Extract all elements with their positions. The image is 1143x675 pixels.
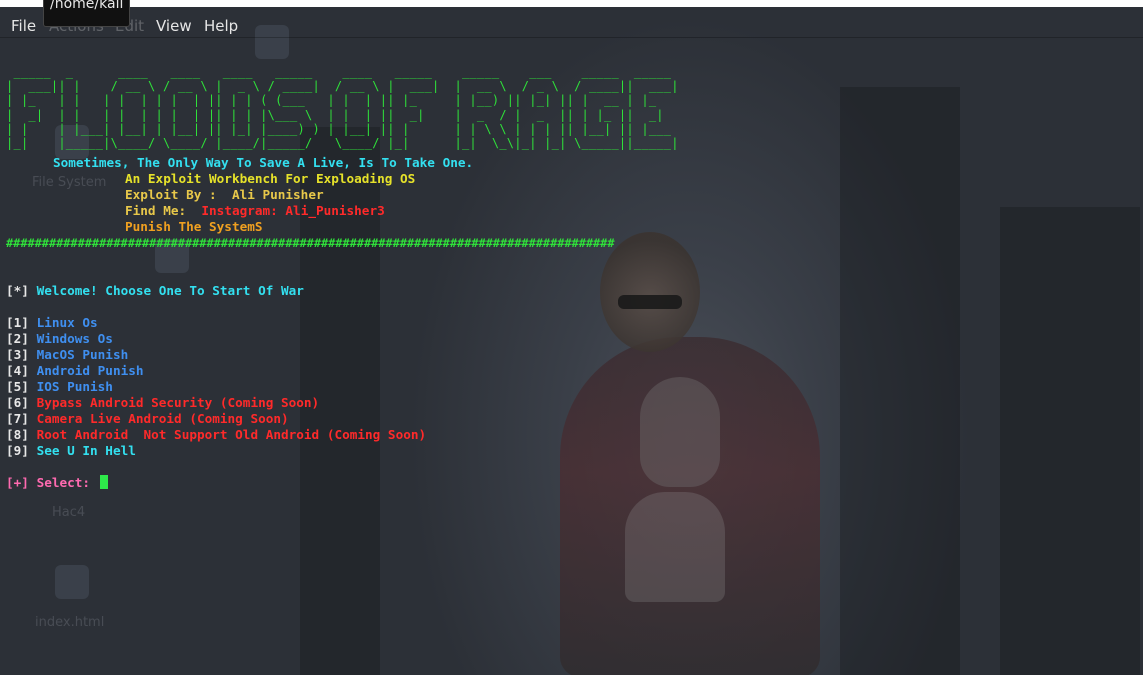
author-line: Exploit By : Ali Punisher bbox=[125, 187, 324, 202]
option-label: Bypass Android Security (Coming Soon) bbox=[36, 395, 320, 410]
menu-option-5[interactable]: [5] IOS Punish bbox=[6, 379, 113, 395]
option-number: [3] bbox=[6, 347, 29, 362]
option-number: [2] bbox=[6, 331, 29, 346]
option-label: IOS Punish bbox=[36, 379, 113, 394]
tagline: Sometimes, The Only Way To Save A Live, … bbox=[53, 155, 474, 170]
prompt-label: Select: bbox=[36, 475, 91, 490]
option-number: [4] bbox=[6, 363, 29, 378]
menu-option-7[interactable]: [7] Camera Live Android (Coming Soon) bbox=[6, 411, 289, 427]
option-number: [8] bbox=[6, 427, 29, 442]
wallpaper-glasses bbox=[618, 295, 682, 309]
subtitle: An Exploit Workbench For Exploading OS bbox=[125, 171, 416, 186]
option-label: Android Punish bbox=[36, 363, 144, 378]
menu-option-2[interactable]: [2] Windows Os bbox=[6, 331, 113, 347]
option-label: MacOS Punish bbox=[36, 347, 129, 362]
welcome-line: [*] Welcome! Choose One To Start Of War bbox=[6, 283, 304, 299]
ascii-banner-line: _____ _ ____ ____ ____ _____ ____ _____ … bbox=[6, 65, 679, 79]
menu-help[interactable]: Help bbox=[204, 17, 238, 35]
option-number: [7] bbox=[6, 411, 29, 426]
desktop-label: Hac4 bbox=[52, 505, 86, 520]
path-tooltip: /home/kali bbox=[43, 0, 131, 27]
wallpaper-chest bbox=[625, 492, 725, 602]
findme-line: Find Me: Instagram: Ali_Punisher3 bbox=[125, 203, 385, 219]
option-label: Root Android Not Support Old Android (Co… bbox=[36, 427, 427, 442]
text-cursor[interactable] bbox=[99, 475, 108, 489]
ascii-banner-line: |_| |_____|\____/ \____/ |____/|_____/ \… bbox=[6, 136, 679, 151]
welcome-bracket: [*] bbox=[6, 283, 29, 298]
menu-bar: File Actions Edit View Help bbox=[0, 7, 1143, 38]
findme-label: Find Me: bbox=[125, 203, 187, 218]
wallpaper-figure-head bbox=[600, 232, 700, 352]
wallpaper-pillar bbox=[840, 87, 960, 675]
option-number: [6] bbox=[6, 395, 29, 410]
menu-view[interactable]: View bbox=[156, 17, 192, 35]
menu-option-9[interactable]: [9] See U In Hell bbox=[6, 443, 136, 459]
motto: Punish The SystemS bbox=[125, 219, 263, 234]
ascii-banner-line: | | | |___| |__| | |__| || |_| |____) ) … bbox=[6, 121, 679, 136]
prompt-bracket: [+] bbox=[6, 475, 29, 490]
menu-option-3[interactable]: [3] MacOS Punish bbox=[6, 347, 128, 363]
desktop-icon bbox=[55, 565, 89, 599]
menu-option-1[interactable]: [1] Linux Os bbox=[6, 315, 98, 331]
option-number: [5] bbox=[6, 379, 29, 394]
welcome-text: Welcome! Choose One To Start Of War bbox=[36, 283, 304, 298]
terminal-window: File System Hac4 index.html File Actions… bbox=[0, 7, 1143, 675]
option-label: Camera Live Android (Coming Soon) bbox=[36, 411, 289, 426]
findme-value: Instagram: Ali_Punisher3 bbox=[201, 203, 385, 218]
option-label: Linux Os bbox=[36, 315, 98, 330]
ascii-banner-line: | ___|| | / __ \ / __ \ | _ \ / ____| / … bbox=[6, 79, 679, 94]
divider: ########################################… bbox=[6, 236, 615, 250]
option-label: See U In Hell bbox=[36, 443, 136, 458]
desktop-label: index.html bbox=[35, 615, 105, 630]
tooltip-text: /home/kali bbox=[50, 0, 124, 12]
option-label: Windows Os bbox=[36, 331, 113, 346]
menu-file[interactable]: File bbox=[11, 17, 36, 35]
menu-option-6[interactable]: [6] Bypass Android Security (Coming Soon… bbox=[6, 395, 319, 411]
desktop-label: File System bbox=[32, 175, 107, 190]
menu-option-8[interactable]: [8] Root Android Not Support Old Android… bbox=[6, 427, 426, 443]
ascii-banner-line: | |_ | | | | | | | | || | | ( (___ | | |… bbox=[6, 93, 679, 108]
option-number: [1] bbox=[6, 315, 29, 330]
wallpaper-mask bbox=[640, 377, 720, 487]
menu-option-4[interactable]: [4] Android Punish bbox=[6, 363, 144, 379]
ascii-banner: _____ _ ____ ____ ____ _____ ____ _____ … bbox=[6, 65, 679, 150]
wallpaper-pillar bbox=[1000, 207, 1140, 675]
ascii-banner-line: | _| | | | | | | | | || | | |\___ \ | | … bbox=[6, 107, 679, 122]
select-prompt[interactable]: [+] Select: bbox=[6, 475, 108, 491]
option-number: [9] bbox=[6, 443, 29, 458]
